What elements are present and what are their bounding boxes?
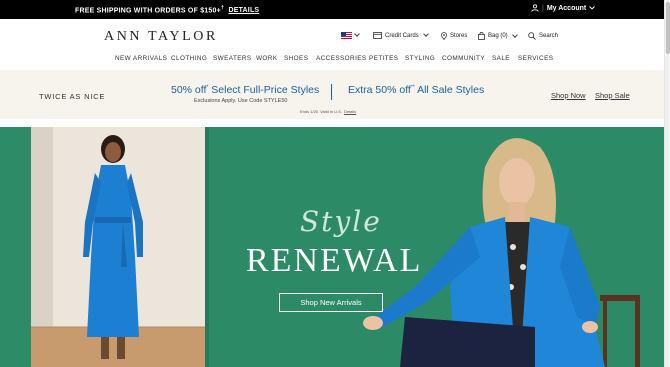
nav-shoes[interactable]: SHOES: [284, 55, 308, 62]
stores-label: Stores: [450, 33, 468, 39]
us-flag-icon: [341, 32, 352, 39]
offer-exclusions-note: Exclusions Apply. Use Code STYLE50: [194, 98, 288, 104]
country-selector[interactable]: [341, 31, 360, 39]
credit-cards-menu[interactable]: Credit Cards: [373, 31, 429, 39]
page-scrollbar[interactable]: [664, 0, 670, 367]
shop-sale-link[interactable]: Shop Sale: [595, 91, 630, 100]
main-navigation: NEW ARRIVALS CLOTHING SWEATERS WORK SHOE…: [0, 55, 664, 65]
hero-green-strip: [0, 127, 31, 367]
promo-superscript: †: [220, 5, 225, 11]
offer1-percent: 50% off: [171, 84, 207, 96]
ann-taylor-logo[interactable]: ANN TAYLOR: [104, 29, 218, 45]
account-separator: |: [542, 4, 544, 12]
ends-text: Ends 1/20. Valid in U.S.: [300, 109, 342, 114]
nav-sale[interactable]: SALE: [492, 55, 510, 62]
user-icon: [531, 4, 539, 12]
offer1-text: Select Full-Price Styles: [208, 84, 320, 96]
credit-card-icon: [373, 32, 382, 39]
chevron-down-icon: [422, 31, 429, 37]
free-shipping-text: FREE SHIPPING WITH ORDERS OF $150+: [75, 7, 221, 15]
chevron-down-icon: [354, 31, 360, 37]
nav-petites[interactable]: PETITES: [369, 55, 398, 62]
promo-tagline: TWICE AS NICE: [39, 92, 106, 101]
nav-accessories[interactable]: ACCESSORIES: [316, 55, 367, 62]
stores-link[interactable]: Stores: [441, 32, 467, 40]
nav-work[interactable]: WORK: [256, 55, 277, 62]
hero-headline: RENEWAL: [246, 242, 423, 279]
location-pin-icon: [441, 32, 447, 40]
credit-cards-label: Credit Cards: [385, 32, 419, 39]
offer2-percent: Extra 50% off: [348, 84, 411, 96]
offer-full-price: 50% off* Select Full-Price Styles: [171, 84, 319, 96]
offer-end-date: Ends 1/20. Valid in U.S. Details: [300, 109, 356, 114]
nav-styling[interactable]: STYLING: [405, 55, 435, 62]
ends-details-link[interactable]: Details: [344, 109, 356, 114]
top-promo-bar: FREE SHIPPING WITH ORDERS OF $150+† DETA…: [0, 0, 664, 19]
search-label: Search: [539, 33, 559, 39]
nav-clothing[interactable]: CLOTHING: [171, 55, 207, 62]
shopping-bag-icon: [478, 32, 485, 40]
offer-divider: [331, 84, 332, 100]
shop-now-link[interactable]: Shop Now: [551, 91, 586, 100]
chevron-down-icon: [589, 6, 596, 10]
offer2-text: All Sale Styles: [414, 84, 485, 96]
model-in-blue-dress-illustration: [31, 127, 205, 367]
hero-divider-shadow: [205, 127, 209, 367]
my-account-label: My Account: [546, 4, 587, 12]
nav-new-arrivals[interactable]: NEW ARRIVALS: [115, 55, 167, 62]
chevron-down-icon: [511, 31, 518, 38]
nav-community[interactable]: COMMUNITY: [442, 55, 485, 62]
shopping-bag-button[interactable]: Bag (0): [478, 31, 518, 40]
promo-details-link[interactable]: DETAILS: [228, 7, 259, 14]
search-button[interactable]: Search: [528, 32, 558, 40]
shop-new-arrivals-button[interactable]: Shop New Arrivals: [279, 293, 383, 312]
hero-model-dress-image[interactable]: [31, 127, 205, 367]
nav-services[interactable]: SERVICES: [518, 55, 553, 62]
offer-sale: Extra 50% off** All Sale Styles: [348, 84, 484, 96]
bag-label: Bag (0): [488, 33, 508, 39]
search-icon: [528, 32, 536, 40]
promo-banner[interactable]: TWICE AS NICE 50% off* Select Full-Price…: [0, 70, 664, 119]
scrollbar-thumb[interactable]: [666, 2, 670, 54]
nav-sweaters[interactable]: SWEATERS: [213, 55, 252, 62]
free-shipping-promo: FREE SHIPPING WITH ORDERS OF $150+† DETA…: [75, 5, 259, 14]
my-account-menu[interactable]: | My Account: [531, 4, 596, 12]
hero-script-text: Style: [300, 205, 382, 238]
